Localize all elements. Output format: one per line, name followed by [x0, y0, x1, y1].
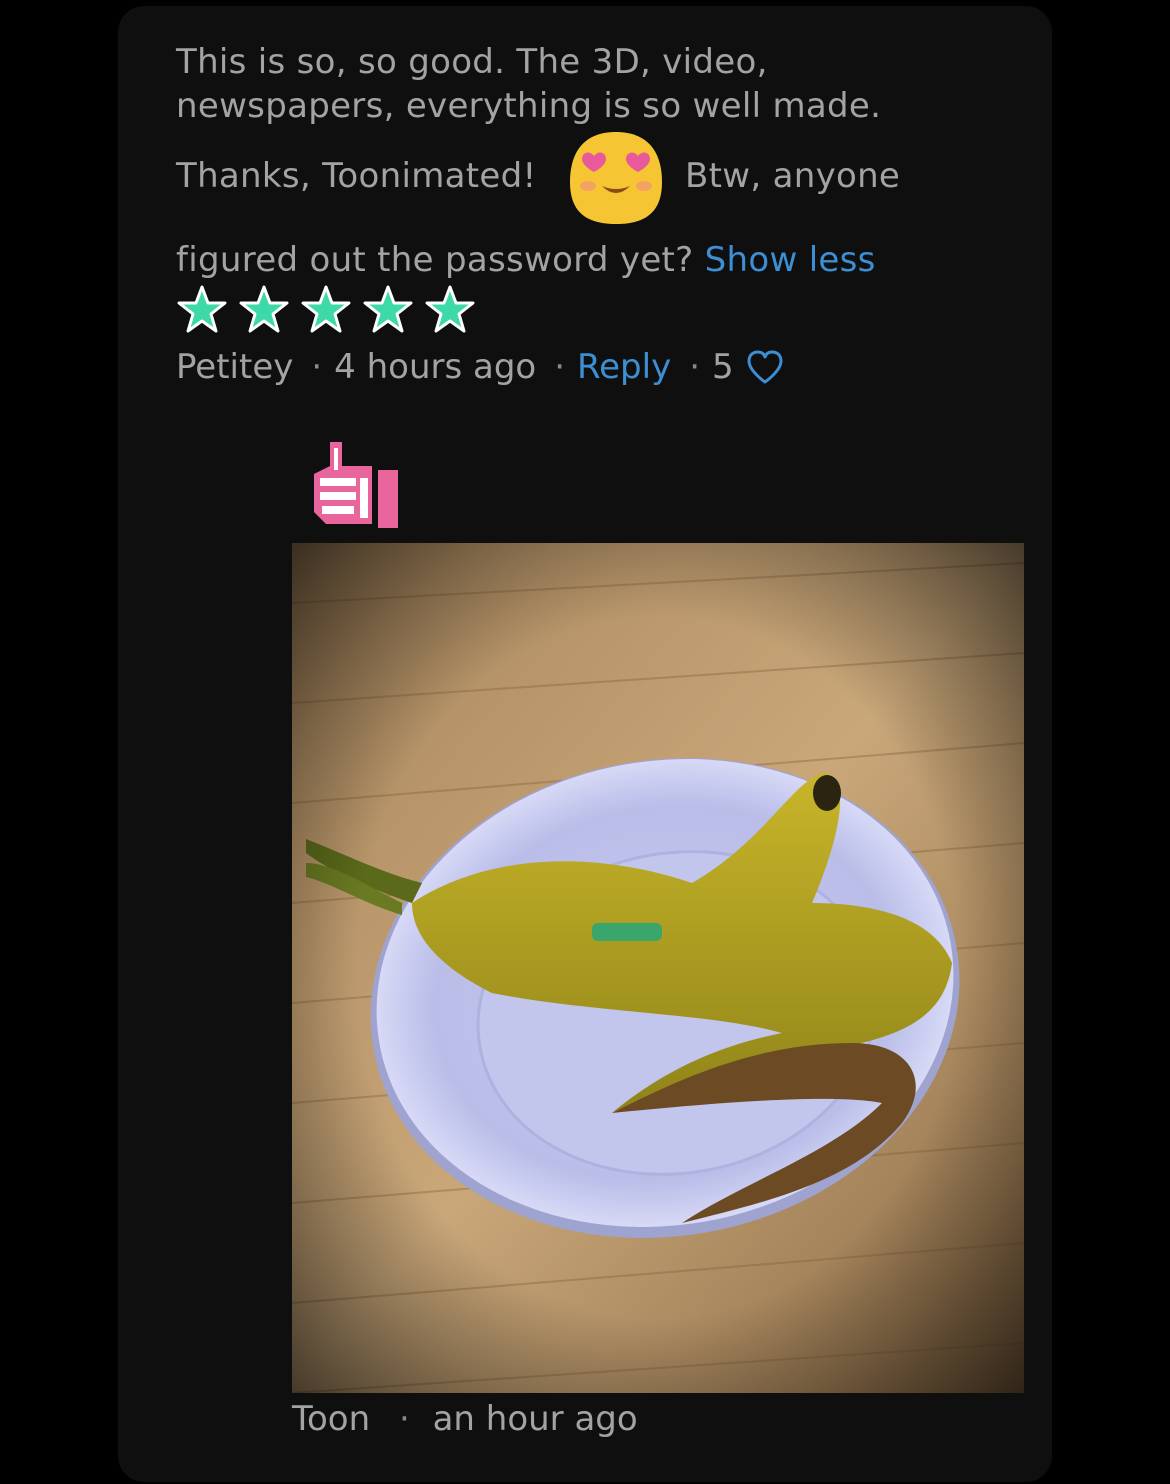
- reply-meta: Toon · an hour ago: [292, 1394, 638, 1444]
- rating-stars: [176, 284, 476, 336]
- star-icon: [177, 285, 227, 333]
- reply-button[interactable]: Reply: [577, 342, 671, 392]
- star-icon: [363, 285, 413, 333]
- comment-author[interactable]: Petitey: [176, 342, 293, 392]
- comment-question-end: figured out the password yet?: [176, 240, 694, 280]
- comment-body: This is so, so good. The 3D, video, news…: [176, 40, 996, 128]
- separator-dot: ·: [311, 347, 323, 387]
- comment-question-start: Btw, anyone: [685, 156, 901, 196]
- separator-dot: ·: [689, 347, 701, 387]
- star-icon: [425, 285, 475, 333]
- reply-author[interactable]: Toon: [292, 1399, 370, 1439]
- star-icon: [301, 285, 351, 333]
- comment-time: 4 hours ago: [334, 347, 537, 387]
- thumbs-up-icon: [314, 442, 398, 528]
- heart-eyes-emoji-icon: [570, 132, 662, 224]
- comment-line-2: newspapers, everything is so well made.: [176, 86, 882, 126]
- show-less-link[interactable]: Show less: [705, 240, 876, 280]
- comment-line-1: This is so, so good. The 3D, video,: [176, 42, 768, 82]
- separator-dot: ·: [398, 1399, 410, 1439]
- heart-icon[interactable]: [746, 349, 784, 385]
- star-icon: [239, 285, 289, 333]
- like-count: 5: [712, 347, 734, 387]
- reply-time: an hour ago: [432, 1399, 638, 1439]
- comment-thanks: Thanks, Toonimated!: [176, 156, 537, 196]
- separator-dot: ·: [554, 347, 566, 387]
- comment-last-line: figured out the password yet? Show less: [176, 238, 876, 282]
- comment-meta: Petitey · 4 hours ago · Reply · 5: [176, 342, 784, 392]
- comment-card: This is so, so good. The 3D, video, news…: [118, 6, 1052, 1482]
- banana-peel-photo[interactable]: [292, 543, 1024, 1393]
